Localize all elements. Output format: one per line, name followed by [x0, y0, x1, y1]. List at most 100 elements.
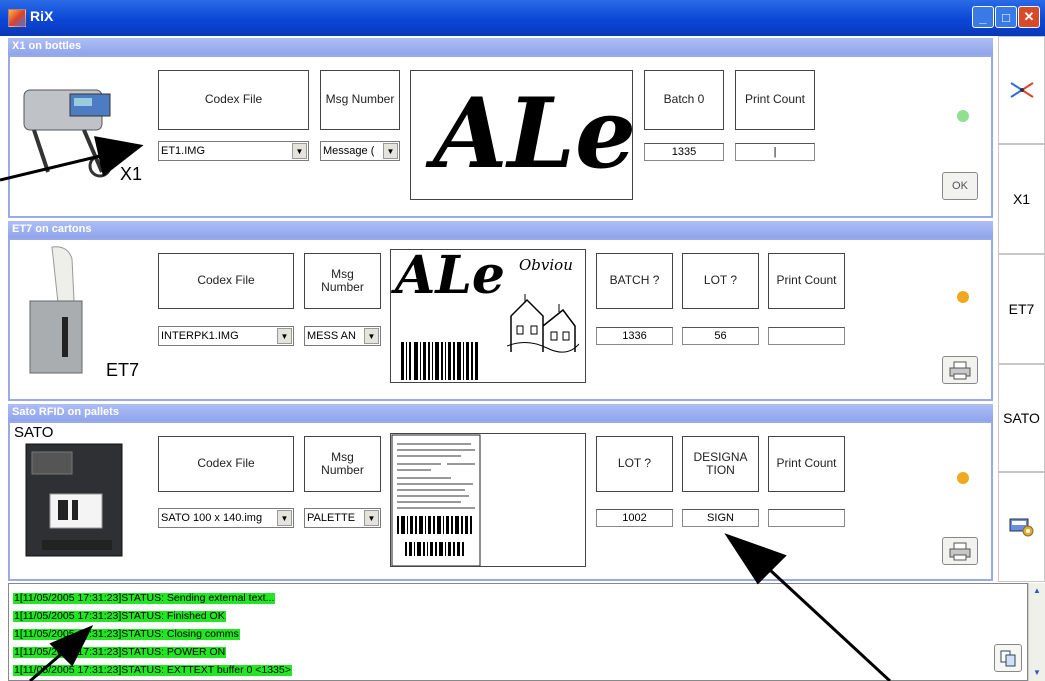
label-preview-et7: ALe Obviou [390, 249, 586, 383]
msg-number-label: Msg Number [321, 266, 364, 294]
msg-number-label: Msg Number [321, 449, 364, 477]
tab-sato[interactable]: SATO [998, 364, 1045, 472]
et7-printer-image [29, 246, 83, 374]
field-button-lot[interactable]: LOT ? [682, 253, 759, 309]
building-sketch-image [507, 294, 579, 353]
print-button[interactable] [942, 537, 978, 565]
barcode-image [401, 342, 478, 380]
codex-file-value: ET1.IMG [161, 145, 206, 157]
codex-file-label: Codex File [197, 273, 255, 288]
printer-icon [949, 542, 971, 561]
preview-script-text: Obviou [519, 256, 573, 274]
chevron-down-icon[interactable]: ▼ [292, 143, 307, 159]
codex-file-value: SATO 100 x 140.img [161, 512, 263, 524]
minimize-icon: _ [979, 9, 987, 25]
tab-label: ET7 [1008, 301, 1035, 317]
chevron-down-icon[interactable]: ▼ [277, 510, 292, 526]
field-button-lot[interactable]: LOT ? [596, 436, 673, 492]
field-label: LOT ? [703, 273, 738, 288]
field-value-print-count[interactable] [768, 327, 845, 345]
field-value-lot[interactable]: 56 [682, 327, 759, 345]
window-title: RiX [30, 8, 54, 24]
field-button-batch[interactable]: Batch 0 [644, 70, 724, 130]
field-value-batch[interactable]: 1335 [644, 143, 724, 161]
msg-number-value: Message ( [323, 145, 375, 157]
tab-connection[interactable] [998, 36, 1045, 144]
section-header-x1: X1 on bottles [8, 38, 993, 55]
msg-number-label: Msg Number [325, 92, 395, 107]
maximize-icon: □ [1002, 9, 1010, 25]
codex-file-label: Codex File [197, 456, 255, 471]
chevron-down-icon[interactable]: ▼ [364, 328, 379, 344]
codex-file-button[interactable]: Codex File [158, 436, 294, 492]
close-icon: ✕ [1023, 9, 1035, 24]
msg-number-value: MESS AN [307, 330, 356, 342]
codex-file-combo[interactable]: INTERPK1.IMG ▼ [158, 326, 294, 346]
field-button-designation[interactable]: DESIGNATION [682, 436, 759, 492]
msg-number-button[interactable]: Msg Number [304, 436, 381, 492]
sato-printer-image [25, 443, 123, 557]
printer-icon [949, 361, 971, 380]
log-line: 1[11/05/2005 17:31:23]STATUS: Finished O… [13, 610, 226, 622]
field-value-print-count[interactable] [768, 509, 845, 527]
chevron-down-icon[interactable]: ▼ [383, 143, 398, 159]
app-icon [8, 9, 26, 27]
codex-file-button[interactable]: Codex File [158, 253, 294, 309]
tab-x1[interactable]: X1 [998, 144, 1045, 254]
section-header-sato: Sato RFID on pallets [8, 404, 993, 421]
status-indicator [957, 472, 969, 484]
ok-label: OK [952, 180, 968, 192]
codex-file-combo[interactable]: ET1.IMG ▼ [158, 141, 309, 161]
field-button-print-count[interactable]: Print Count [768, 436, 845, 492]
chevron-up-icon[interactable]: ▲ [1030, 584, 1044, 598]
msg-number-button[interactable]: Msg Number [304, 253, 381, 309]
chevron-down-icon[interactable]: ▼ [1030, 666, 1044, 680]
connection-icon [1009, 82, 1034, 98]
tab-et7[interactable]: ET7 [998, 254, 1045, 364]
log-line: 1[11/05/2005 17:31:23]STATUS: Sending ex… [13, 592, 276, 604]
section-header-et7: ET7 on cartons [8, 221, 993, 238]
chevron-down-icon[interactable]: ▼ [364, 510, 379, 526]
device-label-x1: X1 [120, 164, 143, 184]
field-label: Print Count [776, 273, 837, 288]
label-preview-x1: ALe [410, 70, 633, 200]
msg-number-combo[interactable]: Message ( ▼ [320, 141, 400, 161]
msg-number-combo[interactable]: PALETTE ▼ [304, 508, 381, 528]
field-label: DESIGNATION [693, 449, 748, 477]
tab-settings[interactable] [998, 472, 1045, 582]
codex-file-value: INTERPK1.IMG [161, 330, 239, 342]
chevron-down-icon[interactable]: ▼ [277, 328, 292, 344]
pallet-label-image [391, 434, 481, 566]
codex-file-label: Codex File [204, 92, 263, 107]
field-button-print-count[interactable]: Print Count [768, 253, 845, 309]
field-button-print-count[interactable]: Print Count [735, 70, 815, 130]
copy-icon [1000, 650, 1016, 667]
field-value-print-count[interactable]: | [735, 143, 815, 161]
preview-text: ALe [433, 77, 633, 190]
copy-button[interactable] [994, 644, 1022, 672]
status-log: 1[11/05/2005 17:31:23]STATUS: Sending ex… [8, 583, 1028, 681]
field-label: LOT ? [617, 456, 652, 471]
log-scrollbar[interactable]: ▲ ▼ [1028, 583, 1045, 681]
msg-number-value: PALETTE [307, 512, 356, 524]
label-preview-sato [390, 433, 586, 567]
ok-button[interactable]: OK [942, 172, 978, 200]
field-value-lot[interactable]: 1002 [596, 509, 673, 527]
field-value-batch[interactable]: 1336 [596, 327, 673, 345]
preview-text: ALe [395, 249, 505, 306]
device-label-et7: ET7 [106, 360, 140, 380]
close-button[interactable]: ✕ [1018, 6, 1040, 28]
title-bar: RiX _ □ ✕ [0, 0, 1045, 36]
field-button-batch[interactable]: BATCH ? [596, 253, 673, 309]
msg-number-button[interactable]: Msg Number [320, 70, 400, 130]
field-label: Print Count [744, 92, 806, 107]
print-button[interactable] [942, 356, 978, 384]
maximize-button[interactable]: □ [995, 6, 1017, 28]
device-label-sato: SATO [14, 424, 54, 441]
x1-printer-image [23, 89, 112, 178]
codex-file-button[interactable]: Codex File [158, 70, 309, 130]
msg-number-combo[interactable]: MESS AN ▼ [304, 326, 381, 346]
field-value-designation[interactable]: SIGN [682, 509, 759, 527]
minimize-button[interactable]: _ [972, 6, 994, 28]
codex-file-combo[interactable]: SATO 100 x 140.img ▼ [158, 508, 294, 528]
